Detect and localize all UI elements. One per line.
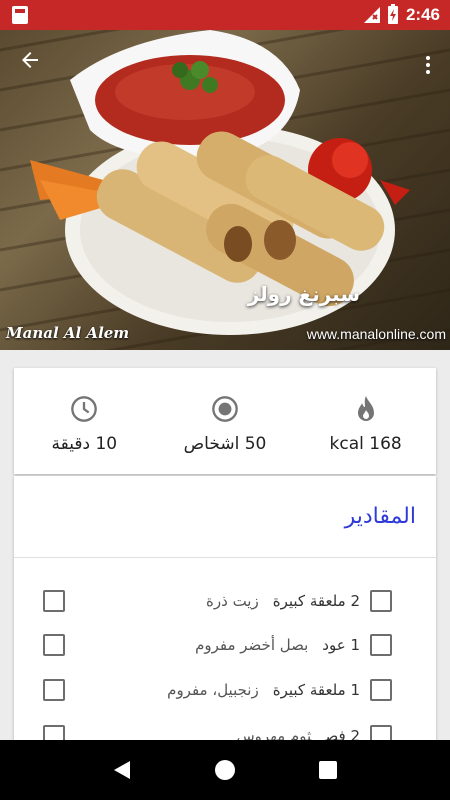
fire-icon — [357, 396, 374, 421]
shopping-checkbox[interactable] — [43, 590, 65, 612]
status-bar: 2:46 — [0, 0, 450, 30]
recents-square-icon — [319, 761, 338, 779]
ingredient-qty: 2 ملعقة كبيرة — [272, 592, 360, 610]
watermark-left: Manal Al Alem — [6, 324, 130, 342]
more-options-button[interactable] — [416, 50, 440, 80]
ingredient-qty: 1 ملعقة كبيرة — [272, 681, 360, 699]
ingredient-text: 1 عود بصل أخضر مفروم — [195, 636, 360, 654]
ingredient-qty: 1 عود — [322, 636, 360, 654]
info-calories: 168 kcal — [306, 394, 426, 454]
shopping-checkbox[interactable] — [43, 634, 65, 656]
ingredient-name: زيت ذرة — [206, 592, 259, 610]
watermark-right: www.manalonline.com — [306, 326, 446, 342]
nav-back-button[interactable] — [102, 750, 142, 790]
nav-home-button[interactable] — [205, 750, 245, 790]
ingredient-text: 2 ملعقة كبيرة زيت ذرة — [206, 592, 360, 610]
target-icon — [212, 396, 238, 422]
shopping-checkbox[interactable] — [43, 679, 65, 701]
servings-value: 50 اشخاص — [183, 434, 267, 454]
ingredient-row: 2 ملعقة كبيرة زيت ذرة — [14, 579, 436, 623]
food-photo — [0, 30, 450, 350]
info-servings: 50 اشخاص — [165, 394, 285, 454]
arrow-left-icon — [22, 52, 38, 68]
recipe-info-card: 10 دقيقة 50 اشخاص 168 kcal — [14, 368, 436, 474]
status-time: 2:46 — [405, 5, 440, 24]
home-circle-icon — [214, 760, 235, 780]
ingredients-header: المقادير — [14, 476, 436, 558]
clock-icon — [71, 396, 98, 422]
ingredient-name: زنجبيل، مفروم — [167, 681, 259, 699]
info-time: 10 دقيقة — [24, 394, 144, 454]
system-nav-bar — [0, 740, 450, 800]
ingredients-card: المقادير 2 ملعقة كبيرة زيت ذرة 1 عود بصل أ… — [14, 476, 436, 756]
recipe-hero-image: سبرنغ رولز Manal Al Alem www.manalonline… — [0, 30, 450, 350]
ingredient-checkbox[interactable] — [370, 590, 392, 612]
ingredient-name: بصل أخضر مفروم — [195, 636, 309, 654]
sd-card-icon — [12, 6, 28, 24]
signal-icon — [363, 7, 380, 23]
back-triangle-icon — [113, 761, 130, 779]
calories-value: 168 kcal — [329, 434, 402, 454]
ingredients-title: المقادير — [344, 504, 416, 529]
time-value: 10 دقيقة — [51, 434, 118, 454]
ingredient-row: 1 عود بصل أخضر مفروم — [14, 623, 436, 667]
ingredient-checkbox[interactable] — [370, 634, 392, 656]
battery-charging-icon — [387, 4, 398, 24]
recipe-title: سبرنغ رولز — [247, 282, 360, 306]
ingredient-row: 1 ملعقة كبيرة زنجبيل، مفروم — [14, 668, 436, 712]
ingredient-checkbox[interactable] — [370, 679, 392, 701]
ingredient-text: 1 ملعقة كبيرة زنجبيل، مفروم — [167, 681, 360, 699]
nav-recents-button[interactable] — [308, 750, 348, 790]
more-vert-icon — [426, 56, 430, 60]
back-button[interactable] — [18, 48, 54, 84]
